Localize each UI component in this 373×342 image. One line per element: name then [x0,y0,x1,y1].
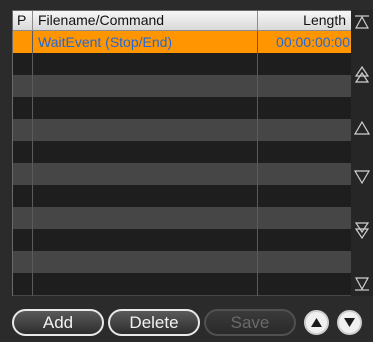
playlist-toolbar: Add Delete Save [0,300,373,342]
add-button[interactable]: Add [12,309,104,336]
playlist-table: P Filename/Command Length WaitEvent (Sto… [12,10,351,296]
page-down-button[interactable] [351,218,373,242]
row-length-cell: 00:00:00:00 [276,34,350,50]
empty-row[interactable] [13,53,351,75]
scroll-up-icon [354,121,370,135]
scroll-to-top-button[interactable] [351,10,373,34]
delete-button[interactable]: Delete [108,309,200,336]
scroll-to-top-icon [354,15,370,29]
playlist-rows: WaitEvent (Stop/End) 00:00:00:00 [13,31,351,296]
column-header-length[interactable]: Length [258,11,351,30]
table-header: P Filename/Command Length [13,11,351,31]
empty-row[interactable] [13,141,351,163]
empty-row[interactable] [13,295,351,296]
move-down-button[interactable] [337,310,362,335]
row-p-cell [13,31,33,53]
scroll-up-button[interactable] [351,116,373,140]
empty-row[interactable] [13,251,351,273]
scroll-to-bottom-icon [354,277,370,291]
page-up-icon [354,66,370,83]
page-up-button[interactable] [351,63,373,87]
arrow-up-circle-icon [311,318,322,327]
empty-row[interactable] [13,273,351,295]
empty-row[interactable] [13,229,351,251]
empty-row[interactable] [13,185,351,207]
row-filename-cell: WaitEvent (Stop/End) [33,31,258,53]
arrow-down-circle-icon [344,318,355,327]
scroll-down-button[interactable] [351,165,373,189]
empty-row[interactable] [13,207,351,229]
save-button[interactable]: Save [204,309,296,336]
scroll-to-bottom-button[interactable] [351,272,373,296]
empty-row[interactable] [13,119,351,141]
table-row[interactable]: WaitEvent (Stop/End) 00:00:00:00 [13,31,351,53]
column-header-p[interactable]: P [13,11,33,30]
playlist-panel: P Filename/Command Length WaitEvent (Sto… [0,0,373,342]
column-header-filename[interactable]: Filename/Command [33,11,258,30]
empty-row[interactable] [13,163,351,185]
scroll-column [351,10,373,296]
move-up-button[interactable] [304,310,329,335]
scroll-down-icon [354,170,370,184]
empty-row[interactable] [13,75,351,97]
empty-row[interactable] [13,97,351,119]
page-down-icon [354,222,370,239]
